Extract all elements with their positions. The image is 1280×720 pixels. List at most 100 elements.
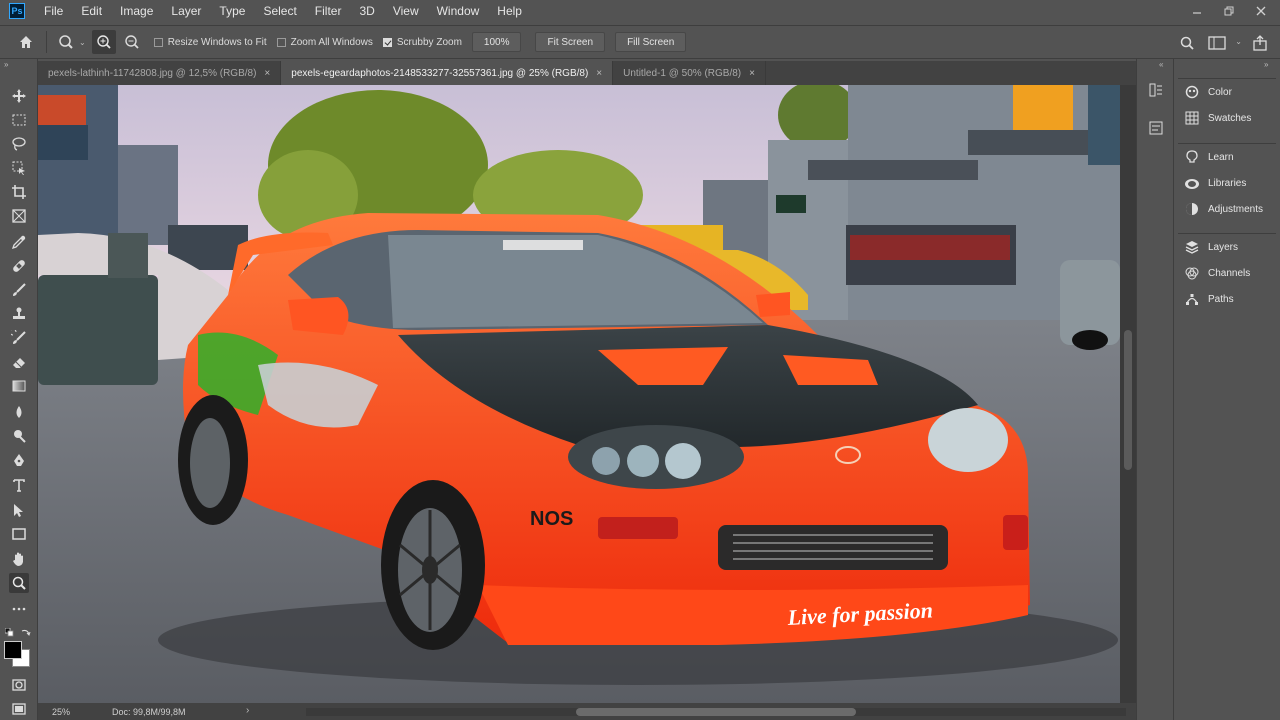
lasso-tool-icon[interactable] [9, 134, 29, 154]
path-selection-tool-icon[interactable] [9, 500, 29, 520]
divider [46, 31, 47, 53]
history-panel-icon[interactable] [1147, 81, 1165, 99]
channels-icon [1184, 265, 1200, 281]
resize-windows-checkbox[interactable]: Resize Windows to Fit [153, 36, 267, 48]
history-brush-tool-icon[interactable] [9, 328, 29, 348]
search-icon[interactable] [1175, 31, 1199, 55]
menu-file[interactable]: File [35, 0, 72, 22]
frame-tool-icon[interactable] [9, 206, 29, 226]
scrubby-zoom-checkbox[interactable]: Scrubby Zoom [382, 36, 462, 48]
minimize-icon[interactable] [1188, 2, 1206, 20]
close-tab-icon[interactable]: × [264, 68, 270, 79]
default-colors-icon[interactable] [4, 625, 15, 637]
tab-document-1[interactable]: pexels-lathinh-11742808.jpg @ 12,5% (RGB… [38, 61, 282, 85]
vertical-scrollbar[interactable] [1120, 85, 1136, 703]
tab-label: pexels-lathinh-11742808.jpg @ 12,5% (RGB… [48, 67, 257, 79]
color-wheel-icon [1184, 84, 1200, 100]
panel-swatches[interactable]: Swatches [1178, 105, 1276, 131]
checkbox-icon[interactable] [153, 37, 163, 47]
menu-type[interactable]: Type [210, 0, 254, 22]
close-tab-icon[interactable]: × [749, 68, 755, 79]
clone-stamp-tool-icon[interactable] [9, 304, 29, 324]
panel-adjustments[interactable]: Adjustments [1178, 196, 1276, 222]
menu-layer[interactable]: Layer [162, 0, 210, 22]
foreground-color-swatch[interactable] [4, 641, 22, 659]
menu-image[interactable]: Image [111, 0, 162, 22]
blur-tool-icon[interactable] [9, 402, 29, 422]
crop-tool-icon[interactable] [9, 182, 29, 202]
marquee-tool-icon[interactable] [9, 110, 29, 130]
collapse-arrows-icon[interactable]: » [1264, 60, 1268, 69]
zoom-level[interactable]: 25% [52, 707, 70, 717]
close-icon[interactable] [1252, 2, 1270, 20]
tools-panel: » [0, 59, 38, 720]
zoom-tool-preset-icon[interactable] [55, 30, 79, 54]
gradient-tool-icon[interactable] [9, 376, 29, 396]
panel-group-layers: Layers Channels Paths [1178, 233, 1276, 312]
layers-stack-icon [1184, 239, 1200, 255]
panel-libraries[interactable]: Libraries [1178, 170, 1276, 196]
pen-tool-icon[interactable] [9, 450, 29, 470]
fit-screen-button[interactable]: Fit Screen [535, 32, 606, 52]
menu-edit[interactable]: Edit [72, 0, 111, 22]
workspace-icon[interactable] [1205, 31, 1229, 55]
checkbox-icon[interactable] [276, 37, 286, 47]
zoom-in-icon[interactable] [91, 30, 116, 54]
zoom-tool-icon[interactable] [9, 573, 29, 593]
status-menu-chevron-icon[interactable]: › [246, 705, 249, 716]
menu-window[interactable]: Window [428, 0, 489, 22]
panel-group-learn: Learn Libraries Adjustments [1178, 143, 1276, 222]
horizontal-scrollbar[interactable] [306, 708, 1126, 716]
object-selection-tool-icon[interactable] [9, 158, 29, 178]
collapse-arrows-icon[interactable]: » [4, 60, 8, 69]
panel-learn[interactable]: Learn [1178, 144, 1276, 170]
close-tab-icon[interactable]: × [596, 68, 602, 79]
healing-brush-tool-icon[interactable] [9, 256, 29, 276]
panel-paths[interactable]: Paths [1178, 286, 1276, 312]
vertical-scroll-thumb[interactable] [1124, 330, 1132, 470]
resize-windows-label: Resize Windows to Fit [167, 36, 267, 48]
document-canvas[interactable]: NOS Live for passion [38, 85, 1120, 703]
type-tool-icon[interactable] [9, 475, 29, 495]
eyedropper-tool-icon[interactable] [9, 232, 29, 252]
rectangle-tool-icon[interactable] [9, 524, 29, 544]
zoom-out-icon[interactable] [120, 30, 144, 54]
horizontal-scroll-thumb[interactable] [576, 708, 856, 716]
panel-label: Adjustments [1208, 203, 1264, 215]
menu-3d[interactable]: 3D [350, 0, 383, 22]
share-icon[interactable] [1248, 31, 1272, 55]
more-tools-icon[interactable] [9, 599, 29, 619]
menu-view[interactable]: View [384, 0, 428, 22]
restore-icon[interactable] [1220, 2, 1238, 20]
scrubby-zoom-label: Scrubby Zoom [396, 36, 462, 48]
lightbulb-icon [1184, 149, 1200, 165]
panel-layers[interactable]: Layers [1178, 234, 1276, 260]
chevron-down-icon[interactable]: ⌄ [1235, 37, 1242, 55]
properties-panel-icon[interactable] [1147, 119, 1165, 137]
chevron-down-icon[interactable]: ⌄ [79, 38, 86, 47]
swap-colors-icon[interactable] [21, 625, 31, 636]
tab-label: Untitled-1 @ 50% (RGB/8) [623, 67, 742, 79]
panel-color[interactable]: Color [1178, 79, 1276, 105]
brush-tool-icon[interactable] [9, 280, 29, 300]
fill-screen-button[interactable]: Fill Screen [615, 32, 687, 52]
paths-icon [1184, 291, 1200, 307]
panel-channels[interactable]: Channels [1178, 260, 1276, 286]
menu-filter[interactable]: Filter [306, 0, 351, 22]
hand-tool-icon[interactable] [9, 549, 29, 569]
tab-document-2[interactable]: pexels-egeardaphotos-2148533277-32557361… [281, 61, 614, 85]
tab-document-3[interactable]: Untitled-1 @ 50% (RGB/8) × [613, 61, 766, 85]
dodge-tool-icon[interactable] [9, 426, 29, 446]
checkbox-checked-icon[interactable] [382, 37, 392, 47]
zoom-100-button[interactable]: 100% [471, 32, 522, 52]
move-tool-icon[interactable] [9, 86, 29, 106]
zoom-all-windows-checkbox[interactable]: Zoom All Windows [276, 37, 373, 48]
home-icon[interactable] [14, 30, 38, 54]
quick-mask-icon[interactable] [9, 675, 29, 695]
adjustments-circle-icon [1184, 201, 1200, 217]
menu-help[interactable]: Help [488, 0, 531, 22]
menu-select[interactable]: Select [254, 0, 305, 22]
collapse-arrows-icon[interactable]: « [1159, 60, 1163, 69]
eraser-tool-icon[interactable] [9, 352, 29, 372]
screen-mode-icon[interactable] [9, 699, 29, 719]
